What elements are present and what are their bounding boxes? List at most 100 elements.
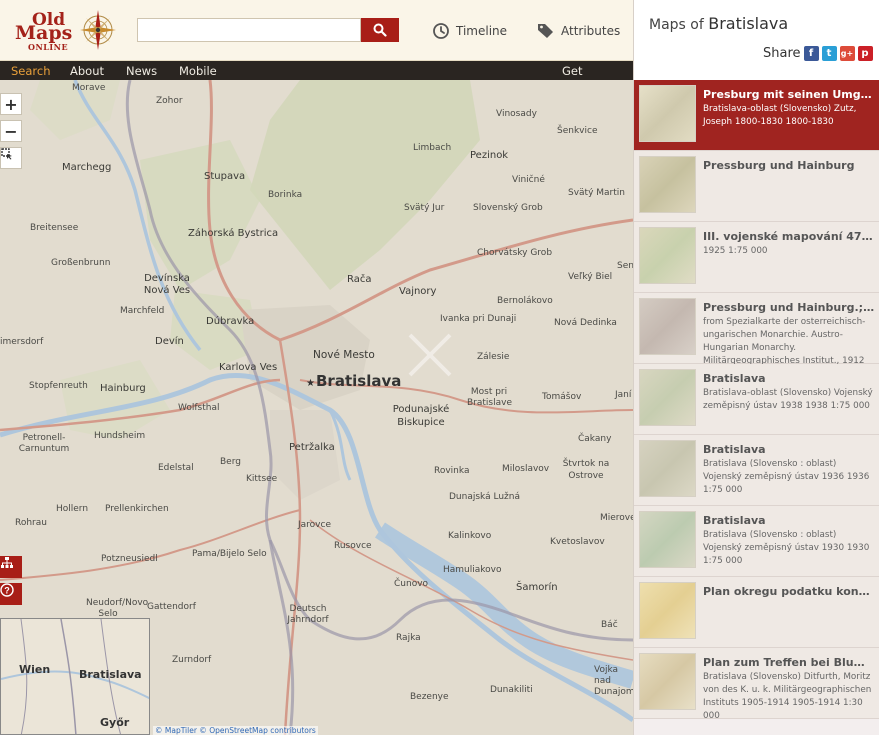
map-label: Pama/Bijelo Selo [192, 549, 267, 559]
sidebar-header: Maps of Bratislava Share f t g+ p [634, 0, 879, 80]
map-label: Záhorská Bystrica [188, 228, 279, 239]
map-label: Marchegg [62, 162, 112, 173]
question-icon: ? [0, 583, 14, 597]
map-label: Berg [220, 457, 241, 467]
map-label: Čakany [578, 434, 612, 444]
map-label: Devínska Nová Ves [143, 273, 191, 296]
sitemap-icon [1, 557, 13, 568]
select-area-button[interactable] [0, 147, 22, 169]
result-item[interactable]: Pressburg und Hainburg.; Spezialkarte fr… [634, 293, 879, 366]
map-label: Dunajská Lužná [449, 492, 520, 502]
map-label: Rovinka [434, 466, 470, 476]
map-label: Bernolákovo [497, 296, 553, 306]
share-bar: Share f t g+ p [763, 46, 873, 61]
sidebar-title: Maps of Bratislava [649, 14, 789, 33]
zoom-in-button[interactable]: + [0, 93, 22, 115]
map-label: Štvrtok na Ostrove [562, 459, 610, 481]
map-label: Potzneusiedl [101, 554, 158, 564]
map-label: Nová Dedinka [554, 318, 617, 328]
map-label: Deutsch Jahrndorf [287, 604, 329, 625]
help-button[interactable]: ? [0, 583, 22, 605]
nav-news[interactable]: News [126, 64, 157, 78]
map-label: Prellenkirchen [105, 504, 169, 514]
map-thumbnail [639, 369, 696, 426]
map-label: Hamuliakovo [443, 565, 502, 575]
map-label: Čunovo [394, 579, 429, 589]
map-label: Großenbrunn [51, 258, 111, 268]
map-thumbnail [639, 227, 696, 284]
result-item[interactable]: Plan zum Treffen bei Blumenau Bratislava… [634, 648, 879, 721]
map-label: Devín [155, 336, 184, 347]
map-label: Stupava [204, 171, 246, 182]
map-label: Rohrau [15, 518, 47, 528]
map-label: Pezinok [470, 150, 509, 161]
search-button[interactable] [361, 18, 399, 42]
map-thumbnail [639, 653, 696, 710]
map-label: Viničné [512, 175, 545, 185]
facebook-icon[interactable]: f [803, 46, 819, 61]
map-thumbnail [639, 85, 696, 142]
map-label: Bezenye [410, 692, 449, 702]
map-label: Miloslavov [502, 464, 550, 474]
old-maps-online-logo[interactable]: Old Maps ONLINE [14, 8, 116, 56]
site-header: Old Maps ONLINE Timeline Attributes [0, 0, 633, 61]
result-item[interactable]: Pressburg und Hainburg [634, 151, 879, 222]
google-plus-icon[interactable]: g+ [839, 46, 855, 61]
map-view[interactable]: ★ Morave Zohor Vinosady Šenkvice Marcheg… [0, 80, 633, 735]
map-label: Stopfenreuth [29, 381, 88, 391]
map-label: Petržalka [289, 442, 335, 453]
map-label: Borinka [268, 190, 303, 200]
compass-rose-icon [80, 10, 116, 50]
map-label: Podunajské Biskupice [392, 404, 450, 428]
result-item[interactable]: Bratislava Bratislava (Slovensko : oblas… [634, 435, 879, 506]
clock-icon [433, 23, 449, 39]
map-label: Mierove [600, 513, 633, 523]
zoom-out-button[interactable]: − [0, 120, 22, 142]
nav-mobile[interactable]: Mobile [179, 64, 217, 78]
layers-tool-button[interactable] [0, 556, 22, 578]
map-label: Karlova Ves [219, 362, 278, 373]
map-label: Tomášov [542, 392, 582, 402]
nav-about[interactable]: About [70, 64, 104, 78]
attributes-button[interactable]: Attributes [537, 22, 620, 40]
map-label: Šamorín [516, 582, 558, 593]
map-label: Zurndorf [172, 655, 212, 665]
map-label: Neudorf/Novo Selo [86, 598, 149, 619]
nav-search[interactable]: Search [11, 64, 51, 78]
map-label: Jarovce [298, 520, 331, 530]
search-input[interactable] [137, 18, 361, 42]
map-label: Wolfsthal [178, 403, 220, 413]
map-label: Most pri Bratislave [467, 387, 512, 408]
map-thumbnail [639, 511, 696, 568]
results-list: Presburg mit seinen Umgebungen Bratislav… [634, 80, 879, 735]
map-thumbnail [639, 298, 696, 355]
map-label: Vojka nad Dunajom [594, 665, 633, 697]
map-label: Dúbravka [206, 316, 255, 327]
map-thumbnail [639, 156, 696, 213]
timeline-button[interactable]: Timeline [432, 22, 507, 40]
result-item[interactable]: Bratislava Bratislava (Slovensko : oblas… [634, 506, 879, 577]
map-attribution[interactable]: © MapTiler © OpenStreetMap contributors [153, 726, 318, 735]
map-thumbnail [639, 440, 696, 497]
map-label: Kvetoslavov [550, 537, 605, 547]
map-label: Kittsee [246, 474, 278, 484]
map-city-label-bratislava: Bratislava [316, 372, 402, 390]
overview-minimap[interactable]: Wien Bratislava Győr [0, 618, 150, 735]
result-item[interactable]: Bratislava Bratislava-oblast (Slovensko)… [634, 364, 879, 435]
twitter-icon[interactable]: t [821, 46, 837, 61]
pinterest-icon[interactable]: p [857, 46, 873, 61]
map-label: Rača [347, 274, 372, 285]
map-label: Breitensee [30, 223, 79, 233]
result-item[interactable]: Presburg mit seinen Umgebungen Bratislav… [634, 80, 879, 151]
map-label: Sen [617, 261, 633, 271]
map-label: Šenkvice [557, 126, 598, 136]
map-label: Rusovce [334, 541, 372, 551]
result-item[interactable]: Plan okregu podatku konsumcyjnego [634, 577, 879, 648]
minimap-label-gyor: Győr [100, 716, 130, 729]
map-label: Petronell-Carnuntum [18, 433, 70, 454]
selection-cursor-icon [1, 148, 12, 160]
map-label: Zohor [156, 96, 183, 106]
result-item[interactable]: III. vojenské mapování 4758 1925 1:75 00… [634, 222, 879, 293]
map-thumbnail [639, 582, 696, 639]
map-label: Hainburg [100, 383, 146, 394]
